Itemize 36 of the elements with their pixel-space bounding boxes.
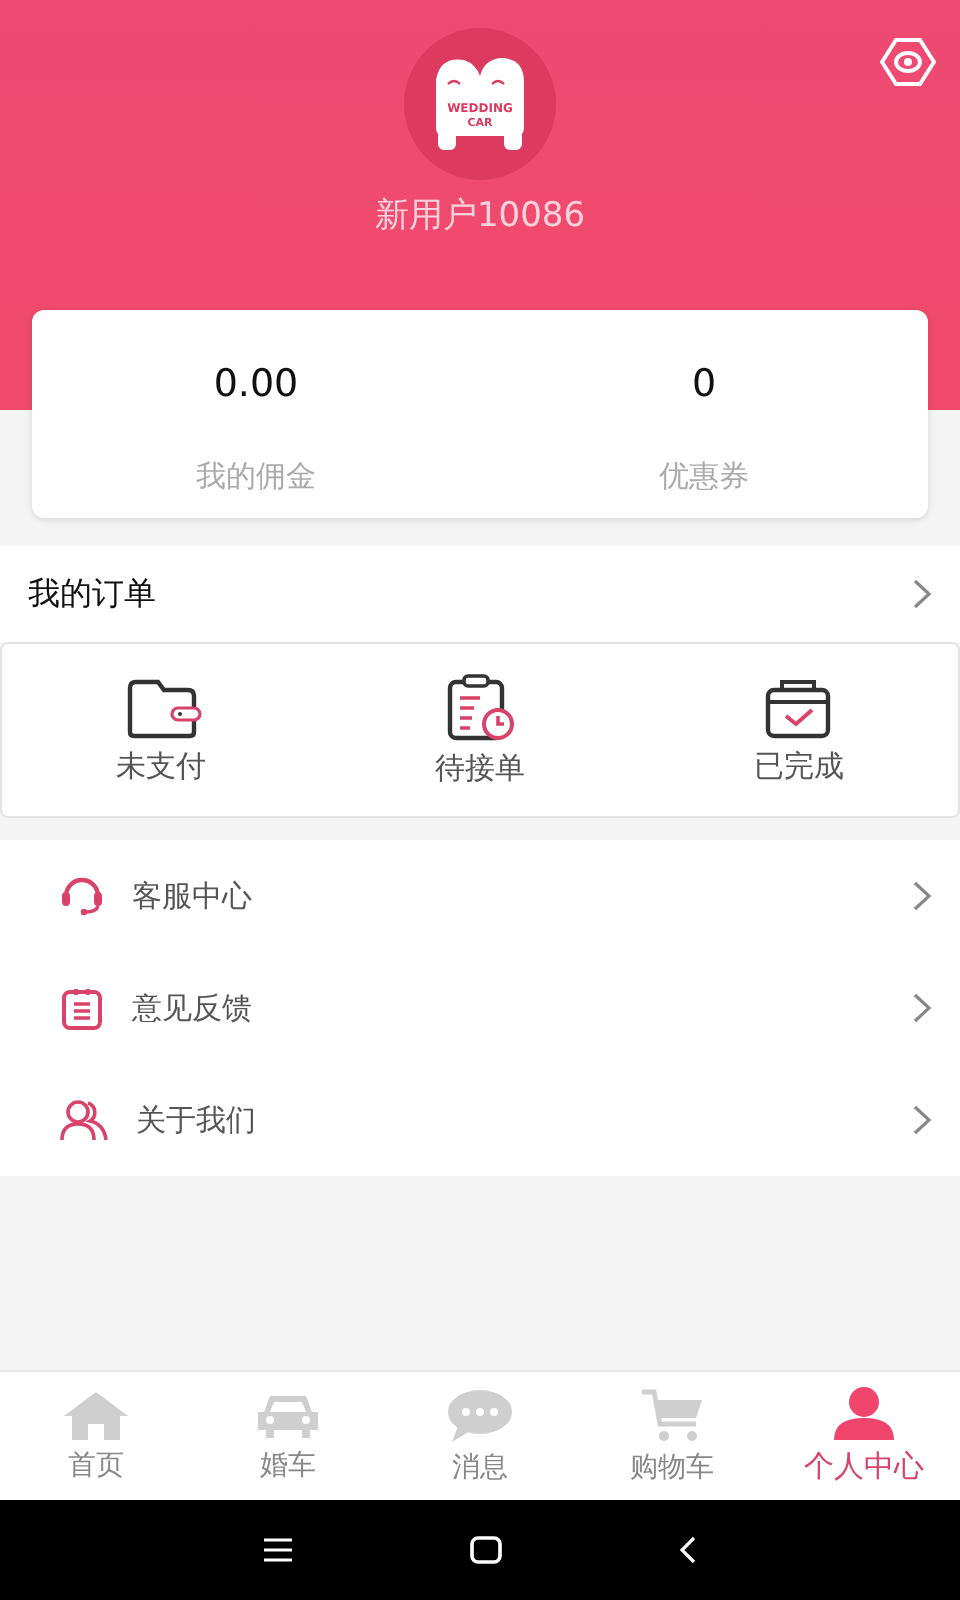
menu-label: 关于我们 <box>136 1101 258 1139</box>
eye-icon[interactable] <box>880 36 936 88</box>
my-orders-row[interactable]: 我的订单 <box>0 546 960 642</box>
order-status-label[interactable]: 待接单 <box>434 749 525 787</box>
chevron-icon <box>912 578 932 610</box>
back-icon[interactable] <box>678 1536 698 1564</box>
tab[interactable]: 个人中心 <box>768 1372 960 1500</box>
chat-bubble-icon <box>446 1387 514 1443</box>
tab[interactable]: 消息 <box>384 1372 576 1500</box>
order-status-label[interactable]: 已完成 <box>753 747 844 785</box>
person-icon <box>830 1386 898 1442</box>
menu-label: 客服中心 <box>132 877 254 915</box>
stat-value: 0 <box>691 362 717 406</box>
tab[interactable]: 购物车 <box>576 1372 768 1500</box>
menu-label: 意见反馈 <box>132 989 254 1027</box>
menu-item[interactable]: 客服中心 <box>0 840 960 952</box>
stat-label: 我的佣金 <box>196 458 316 496</box>
menu-icon[interactable] <box>262 1536 294 1564</box>
tab[interactable]: 婚车 <box>192 1372 384 1500</box>
tab[interactable]: 首页 <box>0 1372 192 1500</box>
home-icon <box>62 1389 130 1441</box>
headset-icon <box>60 874 104 918</box>
stat-label: 优惠券 <box>659 458 749 496</box>
section-title: 我的订单 <box>28 573 156 615</box>
clipboard-icon <box>60 986 104 1030</box>
menu-item[interactable]: 关于我们 <box>0 1064 960 1176</box>
stat-value: 0.00 <box>213 362 299 406</box>
order-status-label[interactable]: 未支付 <box>116 747 207 785</box>
chevron-icon <box>912 880 932 912</box>
cart-icon <box>638 1387 706 1443</box>
home-button-icon[interactable] <box>470 1536 502 1564</box>
chevron-icon <box>912 1104 932 1136</box>
users-icon <box>60 1098 108 1142</box>
chevron-icon <box>912 992 932 1024</box>
username: 新用户10086 <box>374 194 586 238</box>
menu-item[interactable]: 意见反馈 <box>0 952 960 1064</box>
